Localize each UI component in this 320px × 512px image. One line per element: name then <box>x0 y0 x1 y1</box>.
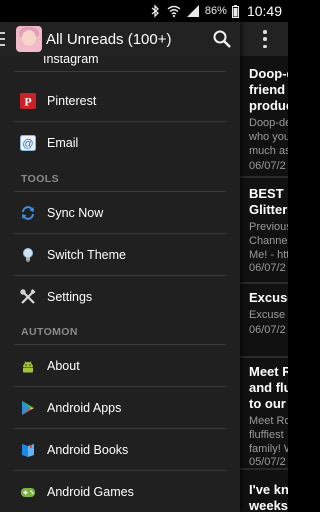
divider <box>14 71 226 72</box>
divider <box>14 428 226 429</box>
feed-item[interactable]: I've kno weeks <box>240 470 288 512</box>
feed-item-date: 06/07/2 <box>249 324 286 336</box>
drawer-item-label: Sync Now <box>47 206 104 220</box>
feed-item-date: 06/07/2 <box>249 262 286 274</box>
divider <box>14 275 226 276</box>
feed-item-title: and flu <box>249 380 288 395</box>
search-icon[interactable] <box>212 29 232 49</box>
battery-percent: 86% <box>204 5 227 17</box>
feed-item-title: to our f <box>249 396 288 411</box>
divider <box>14 344 226 345</box>
feed-item-snippet: Excuse <box>249 309 286 321</box>
signal-icon <box>186 5 199 17</box>
section-header-tools: TOOLS <box>21 173 59 185</box>
drawer-item-label: Android Games <box>47 485 134 499</box>
feed-item-title: Glitter <box>249 202 288 217</box>
drawer-item-about[interactable]: About <box>14 346 226 386</box>
divider <box>14 233 226 234</box>
section-header-automon: AUTOMON <box>21 326 78 338</box>
battery-icon <box>231 4 239 18</box>
drawer-item-label: Android Books <box>47 443 129 457</box>
feed-item-snippet: family! W <box>249 443 288 455</box>
feed-item-title: Meet R <box>249 364 288 379</box>
status-bar: 86% 10:49 <box>0 0 288 22</box>
sync-icon <box>19 204 37 222</box>
feed-item-date: 05/07/2 <box>249 456 286 468</box>
article-feed: Doop-d friend w produc Doop-de who you m… <box>240 22 288 512</box>
drawer-item-label: About <box>47 359 80 373</box>
divider <box>14 191 226 192</box>
feed-item-title: BEST E <box>249 186 288 201</box>
android-icon <box>19 357 37 375</box>
drawer-item-label: Pinterest <box>47 94 97 108</box>
drawer-item-label: Settings <box>47 290 93 304</box>
feed-item-snippet: Doop-de <box>249 117 288 129</box>
navigation-drawer: Instagram P Pinterest @ Email TOOLS Sync… <box>0 22 240 512</box>
feed-item[interactable]: Excuse Excuse 06/07/2 <box>240 284 288 356</box>
clock: 10:49 <box>246 3 282 19</box>
drawer-item-switch-theme[interactable]: Switch Theme <box>14 235 226 275</box>
tools-icon <box>19 288 37 306</box>
divider <box>14 386 226 387</box>
email-icon: @ <box>19 134 37 152</box>
drawer-item-android-apps[interactable]: Android Apps <box>14 388 226 428</box>
feed-item[interactable]: Doop-d friend w produc Doop-de who you m… <box>240 56 288 176</box>
overflow-menu-icon[interactable] <box>262 30 268 48</box>
feed-item-snippet: who you <box>249 131 288 143</box>
gamepad-icon <box>19 483 37 501</box>
feed-item-snippet: much as <box>249 145 288 157</box>
pinterest-icon: P <box>19 92 37 110</box>
feed-item-title: produc <box>249 98 288 113</box>
feed-item[interactable]: BEST E Glitter Previous Channe Me! - htt… <box>240 178 288 282</box>
drawer-item-pinterest[interactable]: P Pinterest <box>14 81 226 121</box>
feed-item-title: Doop-d <box>249 66 288 81</box>
feed-item-title: weeks <box>249 498 288 512</box>
feed-item-date: 06/07/2 <box>249 160 286 172</box>
divider <box>14 470 226 471</box>
drawer-item-sync-now[interactable]: Sync Now <box>14 193 226 233</box>
bluetooth-icon <box>151 4 159 18</box>
divider <box>14 121 226 122</box>
lightbulb-icon <box>19 246 37 264</box>
drawer-item-label: Switch Theme <box>47 248 126 262</box>
page-title: All Unreads (100+) <box>46 31 172 48</box>
drawer-item-settings[interactable]: Settings <box>14 277 226 317</box>
drawer-item-android-books[interactable]: Android Books <box>14 430 226 470</box>
feed-item[interactable]: Meet R and flu to our f Meet Ro fluffies… <box>240 358 288 478</box>
app-bar: All Unreads (100+) <box>0 22 240 56</box>
drawer-item-label: Email <box>47 136 79 150</box>
feed-item-title: friend w <box>249 82 288 97</box>
drawer-item-android-games[interactable]: Android Games <box>14 472 226 512</box>
app-logo <box>16 26 42 52</box>
play-store-icon <box>19 399 37 417</box>
feed-item-snippet: Me! - htt <box>249 249 288 261</box>
feed-item-snippet: Previous <box>249 221 288 233</box>
feed-item-snippet: Channe <box>249 235 288 247</box>
drawer-toggle-icon[interactable] <box>0 32 5 46</box>
wifi-icon <box>167 5 181 18</box>
svg-text:P: P <box>24 95 31 109</box>
books-icon <box>19 441 37 459</box>
feed-item-snippet: fluffiest <box>249 429 284 441</box>
svg-text:@: @ <box>22 138 33 150</box>
drawer-item-label: Android Apps <box>47 401 122 415</box>
feed-item-title: I've kno <box>249 482 288 497</box>
feed-item-title: Excuse <box>249 290 288 305</box>
feed-item-snippet: Meet Ro <box>249 415 288 427</box>
drawer-item-email[interactable]: @ Email <box>14 123 226 163</box>
